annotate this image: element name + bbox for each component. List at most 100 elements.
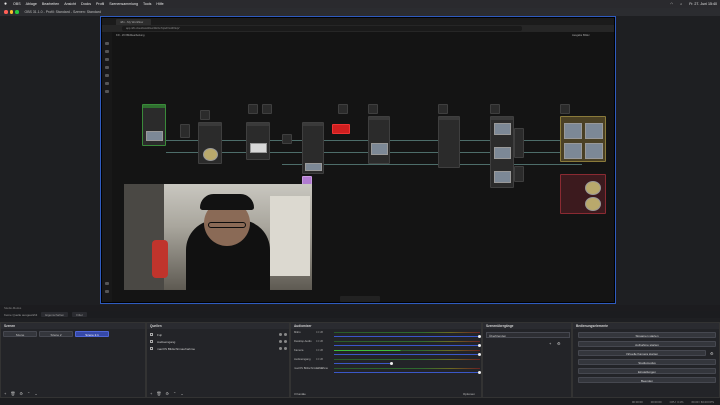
minimize-window-button[interactable] [9,10,13,14]
workflow-node [490,104,500,114]
slider-knob[interactable] [478,353,481,356]
slider-knob[interactable] [478,335,481,338]
studio-mode-label: Studio-Modus [4,306,22,310]
start-virtual-camera-button[interactable]: Virtuelle Kamera starten [578,350,706,356]
add-icon[interactable]: + [549,341,554,346]
menu-item-profil[interactable]: Profil [96,2,104,6]
properties-button[interactable]: Eigenschaften [41,312,69,317]
mixer-options-button[interactable]: Optionen [463,392,475,396]
scene-item[interactable]: Szene 2 [39,331,73,337]
start-streaming-button[interactable]: Streamen starten [578,332,716,338]
node-thumbnail [371,143,388,155]
volume-slider[interactable] [334,363,392,364]
nav-icon [105,74,109,77]
trash-icon[interactable]: 🗑 [156,391,161,396]
nav-icon [105,90,109,93]
channel-db: 0.0 dB [316,358,323,361]
slider-knob[interactable] [390,362,393,365]
mixer-channel: Mikro 0.0 dB [294,331,481,340]
filters-button[interactable]: Filter [72,312,87,317]
eye-icon[interactable] [279,340,282,343]
volume-slider[interactable] [334,354,480,355]
figure-toy [152,240,168,278]
nav-icon [105,58,109,61]
start-recording-button[interactable]: Aufnahme starten [578,341,716,347]
eye-icon[interactable] [279,347,282,350]
studio-mode-button[interactable]: Studiomodus [578,359,716,365]
menu-item-docks[interactable]: Docks [81,2,91,6]
settings-button[interactable]: Einstellungen [578,368,716,374]
mixer-title: Audiomixer [291,323,481,329]
menu-item-szenensammlung[interactable]: Szenensammlung [109,2,138,6]
trash-icon[interactable]: 🗑 [10,391,15,396]
chevron-up-icon[interactable]: ⌃ [27,391,30,396]
lock-icon[interactable] [284,347,287,350]
chevron-down-icon[interactable]: ⌄ [34,391,37,396]
source-item[interactable]: Fuji [150,332,288,337]
wifi-icon[interactable]: ◠ [670,2,676,6]
node-thumbnail [585,181,601,195]
program-preview[interactable]: n8n - My Workflow app.n8n.cloud/workflow… [100,16,616,304]
volume-slider[interactable] [334,372,480,373]
workflow-node [262,104,272,114]
workflow-sticky-red [560,174,606,214]
apple-icon[interactable]: ● [4,1,7,7]
mixer-channel: Kamera 0.0 dB [294,349,481,358]
menu-item-ablage[interactable]: Ablage [26,2,37,6]
node-thumbnail [564,143,582,159]
slider-knob[interactable] [478,344,481,347]
workflow-node [332,124,350,134]
transition-select[interactable]: Überblenden [486,332,570,338]
lock-icon[interactable] [284,340,287,343]
nav-icon [105,66,109,69]
canvas-zoom-toolbar[interactable] [340,296,380,302]
volume-slider[interactable] [334,336,480,337]
chevron-up-icon[interactable]: ⌃ [173,391,176,396]
node-thumbnail [585,143,603,159]
menu-item-obs[interactable]: OBS [13,2,21,6]
menu-item-hilfe[interactable]: Hilfe [156,2,163,6]
browser-capture: n8n - My Workflow app.n8n.cloud/workflow… [102,18,614,302]
add-icon[interactable]: + [4,391,6,396]
menubar-clock[interactable]: Fr. 27. Juni 15:40 [689,2,720,6]
eye-icon[interactable] [279,333,282,336]
scenes-footer: + 🗑 ⚙ ⌃ ⌄ [1,390,145,397]
level-meter [334,368,480,370]
gear-icon[interactable]: ⚙ [557,341,562,346]
channel-db: 0.0 dB [316,349,323,352]
scene-item[interactable]: Szene [3,331,37,337]
exit-button[interactable]: Beenden [578,377,716,383]
search-icon[interactable]: ⌕ [680,2,685,6]
mixer-channel: Audioeingang 0.0 dB [294,358,480,367]
workflow-left-rail [102,32,112,302]
slider-knob[interactable] [478,371,481,374]
menu-item-tools[interactable]: Tools [143,2,151,6]
scenes-dock: Szenen Szene Szene 2 Szene 2.1 + 🗑 ⚙ ⌃ ⌄ [0,322,146,398]
nav-icon [105,42,109,45]
volume-slider[interactable] [334,345,480,346]
gear-icon[interactable]: ⚙ [710,351,714,356]
audio-mixer-dock: Audiomixer Mikro 0.0 dB Desktop-Audio 0.… [290,322,482,398]
scene-item[interactable]: Szene 2.1 [75,331,109,337]
source-item[interactable]: Audioeingang [150,339,288,344]
chevron-down-icon[interactable]: ⌄ [180,391,183,396]
level-meter [334,332,480,334]
channel-name: Kamera [294,349,304,352]
zoom-window-button[interactable] [15,10,19,14]
gear-icon[interactable]: ⚙ [165,391,169,396]
nav-icon [105,282,109,285]
workflow-node [560,104,570,114]
menu-item-ansicht[interactable]: Ansicht [64,2,76,6]
menu-item-bearbeiten[interactable]: Bearbeiten [42,2,59,6]
workflow-node [198,122,222,164]
close-window-button[interactable] [4,10,8,14]
add-icon[interactable]: + [150,391,152,396]
node-thumbnail [203,148,218,161]
nav-icon [105,290,109,293]
gear-icon[interactable]: ⚙ [19,391,23,396]
source-item[interactable]: macOS Bildschirmaufnahme [150,346,288,351]
channel-name: Audioeingang [294,358,311,361]
monitor-icon [150,347,153,350]
channel-db: 0.0 dB [316,331,323,334]
lock-icon[interactable] [284,333,287,336]
